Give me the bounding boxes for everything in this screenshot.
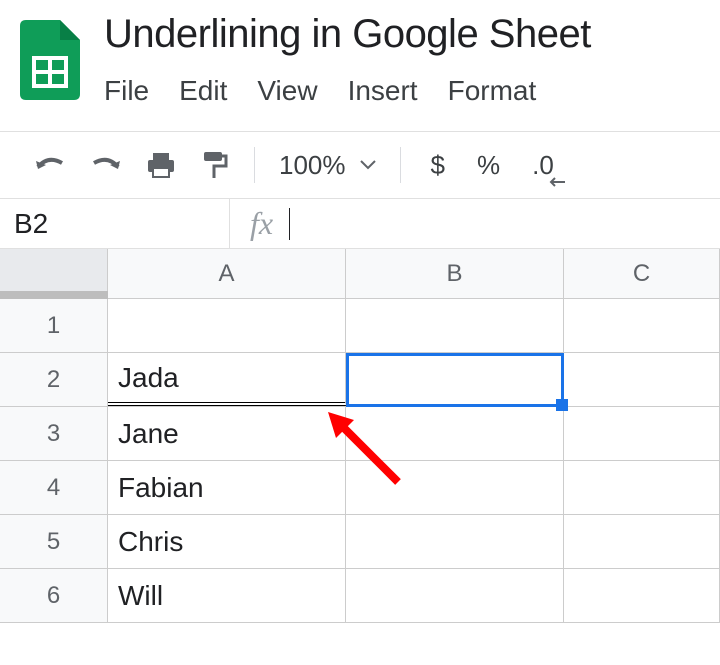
cell-b2[interactable]	[346, 353, 564, 406]
row-header-6[interactable]: 6	[0, 569, 108, 622]
cell-b4[interactable]	[346, 461, 564, 514]
zoom-value: 100%	[279, 150, 346, 181]
column-header-c[interactable]: C	[564, 249, 720, 298]
cell-c3[interactable]	[564, 407, 720, 460]
menu-bar: File Edit View Insert Format	[104, 75, 720, 107]
column-header-b[interactable]: B	[346, 249, 564, 298]
zoom-dropdown[interactable]: 100%	[271, 150, 384, 181]
row-6: 6 Will	[0, 569, 720, 623]
formula-bar[interactable]: fx	[230, 205, 310, 242]
currency-button[interactable]: $	[417, 150, 459, 181]
cell-b3[interactable]	[346, 407, 564, 460]
cell-c6[interactable]	[564, 569, 720, 622]
toolbar-separator	[254, 147, 255, 183]
cell-c2[interactable]	[564, 353, 720, 406]
menu-edit[interactable]: Edit	[179, 75, 227, 107]
row-5: 5 Chris	[0, 515, 720, 569]
column-headers: A B C	[0, 249, 720, 299]
row-header-2[interactable]: 2	[0, 353, 108, 406]
cell-b6[interactable]	[346, 569, 564, 622]
row-3: 3 Jane	[0, 407, 720, 461]
name-formula-bar: B2 fx	[0, 199, 720, 249]
undo-button[interactable]	[24, 145, 76, 185]
chevron-down-icon	[360, 160, 376, 170]
redo-button[interactable]	[80, 145, 132, 185]
cell-a2[interactable]: Jada	[108, 353, 346, 406]
cell-a4[interactable]: Fabian	[108, 461, 346, 514]
print-button[interactable]	[136, 143, 186, 187]
column-header-a[interactable]: A	[108, 249, 346, 298]
formula-cursor	[289, 208, 290, 240]
cell-a1[interactable]	[108, 299, 346, 352]
toolbar-separator	[400, 147, 401, 183]
cell-b5[interactable]	[346, 515, 564, 568]
cell-a6[interactable]: Will	[108, 569, 346, 622]
fx-label: fx	[250, 205, 273, 242]
row-4: 4 Fabian	[0, 461, 720, 515]
toolbar: 100% $ % .0	[0, 131, 720, 199]
menu-format[interactable]: Format	[448, 75, 537, 107]
menu-insert[interactable]: Insert	[348, 75, 418, 107]
row-header-1[interactable]: 1	[0, 299, 108, 352]
decrease-decimal-button[interactable]: .0	[518, 150, 568, 181]
cell-c4[interactable]	[564, 461, 720, 514]
sheets-logo	[20, 20, 80, 105]
spreadsheet-grid: A B C 1 2 Jada 3 Jane 4 Fabian 5 Chris 6…	[0, 249, 720, 623]
cell-c5[interactable]	[564, 515, 720, 568]
menu-file[interactable]: File	[104, 75, 149, 107]
menu-view[interactable]: View	[257, 75, 317, 107]
cell-c1[interactable]	[564, 299, 720, 352]
row-2: 2 Jada	[0, 353, 720, 407]
row-1: 1	[0, 299, 720, 353]
cell-a3[interactable]: Jane	[108, 407, 346, 460]
row-header-3[interactable]: 3	[0, 407, 108, 460]
select-all-corner[interactable]	[0, 249, 108, 298]
app-header: Underlining in Google Sheet File Edit Vi…	[0, 0, 720, 107]
row-header-5[interactable]: 5	[0, 515, 108, 568]
cell-a5[interactable]: Chris	[108, 515, 346, 568]
row-header-4[interactable]: 4	[0, 461, 108, 514]
cell-b1[interactable]	[346, 299, 564, 352]
name-box[interactable]: B2	[0, 199, 230, 248]
paint-format-button[interactable]	[190, 142, 238, 188]
percent-button[interactable]: %	[463, 150, 514, 181]
document-title[interactable]: Underlining in Google Sheet	[104, 12, 720, 57]
